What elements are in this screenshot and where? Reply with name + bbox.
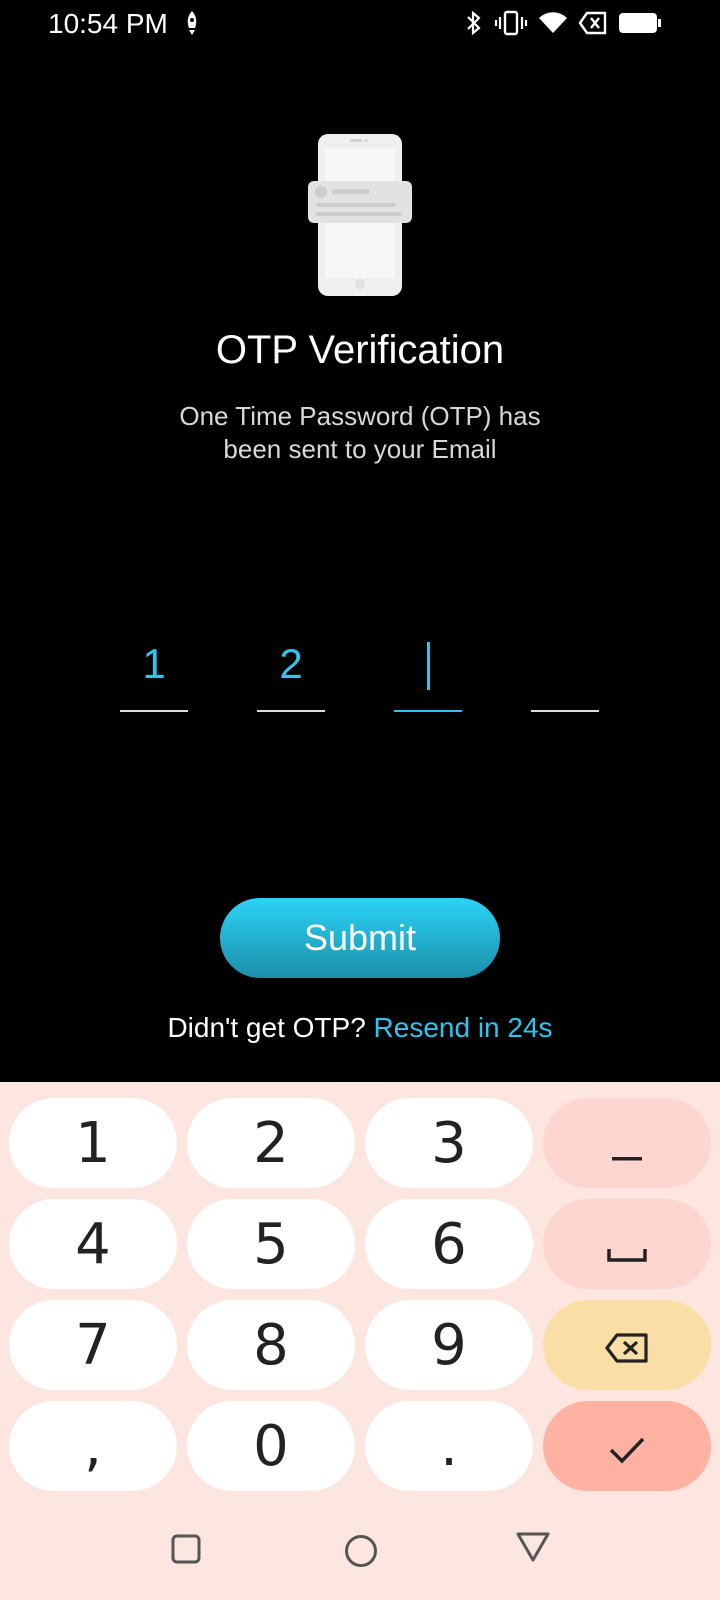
- key-1[interactable]: 1: [9, 1098, 177, 1188]
- navigation-bar: [0, 1508, 720, 1600]
- otp-digit-value: 1: [142, 640, 166, 687]
- space-icon: [607, 1212, 647, 1277]
- key-6[interactable]: 6: [365, 1199, 533, 1289]
- back-button-icon[interactable]: [516, 1532, 550, 1567]
- resend-prompt: Didn't get OTP?: [167, 1012, 366, 1043]
- checkmark-icon: [608, 1414, 646, 1479]
- otp-digit-value: 2: [279, 640, 303, 687]
- status-time: 10:54 PM: [48, 8, 168, 39]
- submit-button[interactable]: Submit: [220, 898, 500, 978]
- key-enter[interactable]: [543, 1401, 711, 1491]
- otp-digit-4[interactable]: [531, 630, 599, 712]
- key-0[interactable]: 0: [187, 1401, 355, 1491]
- wifi-icon: [538, 10, 568, 41]
- page-subtitle: One Time Password (OTP) has been sent to…: [179, 401, 541, 464]
- phone-notification-illustration: [308, 134, 412, 296]
- page-title: OTP Verification: [215, 328, 505, 372]
- key-7[interactable]: 7: [9, 1300, 177, 1390]
- key-backspace[interactable]: [543, 1300, 711, 1390]
- otp-underline: [120, 710, 188, 712]
- key-5[interactable]: 5: [187, 1199, 355, 1289]
- key-space[interactable]: [543, 1199, 711, 1289]
- otp-digit-2[interactable]: 2: [257, 630, 325, 712]
- key-8[interactable]: 8: [187, 1300, 355, 1390]
- otp-underline: [394, 710, 462, 712]
- status-bar: 10:54 PM: [0, 0, 720, 48]
- key-4[interactable]: 4: [9, 1199, 177, 1289]
- rocket-icon: [183, 10, 201, 41]
- otp-underline: [257, 710, 325, 712]
- backspace-icon: [605, 1313, 649, 1378]
- minus-icon: [612, 1111, 642, 1176]
- key-3[interactable]: 3: [365, 1098, 533, 1188]
- otp-underline: [531, 710, 599, 712]
- resend-link[interactable]: Resend in 24s: [374, 1012, 553, 1043]
- resend-row: Didn't get OTP? Resend in 24s: [0, 1012, 720, 1044]
- key-comma[interactable]: ,: [9, 1401, 177, 1491]
- text-cursor: [427, 642, 430, 690]
- otp-input-group: 1 2: [120, 630, 600, 714]
- otp-digit-3[interactable]: [394, 630, 462, 712]
- vibrate-icon: [494, 10, 528, 41]
- otp-digit-1[interactable]: 1: [120, 630, 188, 712]
- home-button-icon[interactable]: [344, 1534, 378, 1573]
- key-2[interactable]: 2: [187, 1098, 355, 1188]
- key-period[interactable]: .: [365, 1401, 533, 1491]
- no-sim-icon: [578, 11, 608, 40]
- recents-button-icon[interactable]: [171, 1534, 201, 1569]
- bluetooth-icon: [464, 10, 484, 41]
- battery-icon: [618, 11, 662, 40]
- key-9[interactable]: 9: [365, 1300, 533, 1390]
- key-minus[interactable]: [543, 1098, 711, 1188]
